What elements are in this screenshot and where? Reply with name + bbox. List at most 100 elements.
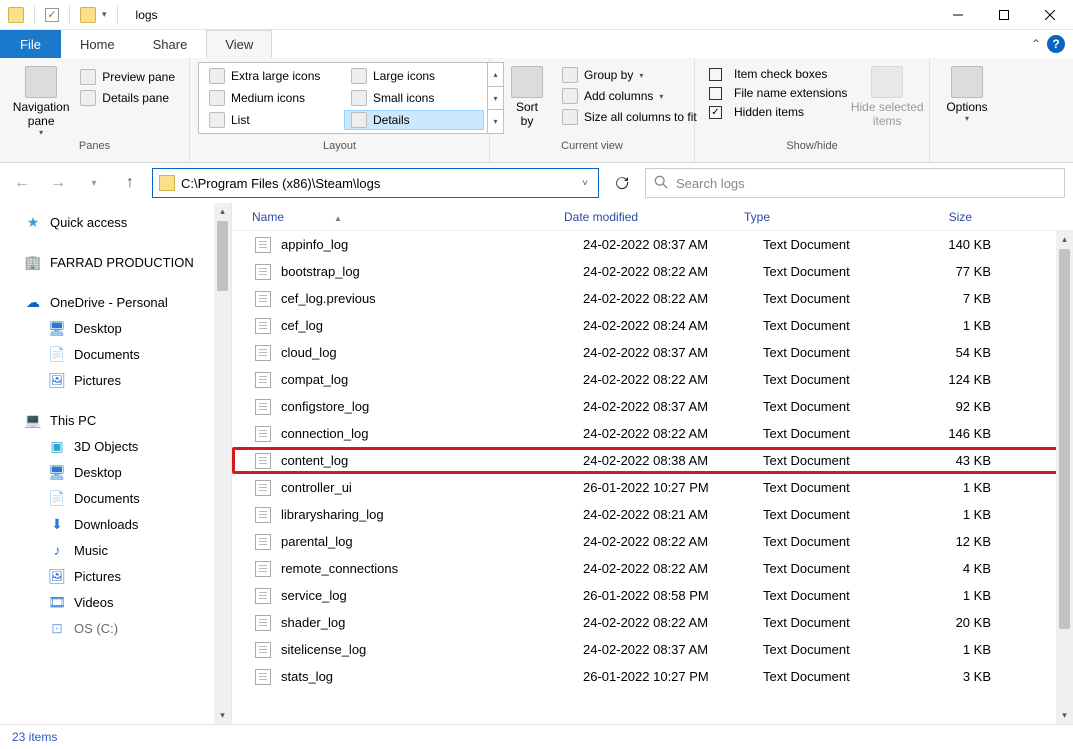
details-pane-label: Details pane: [102, 91, 169, 105]
tab-share[interactable]: Share: [134, 30, 207, 58]
file-name: parental_log: [281, 534, 583, 549]
address-path[interactable]: C:\Program Files (x86)\Steam\logs: [181, 176, 578, 191]
nav-od-pictures-label: Pictures: [74, 373, 121, 388]
layout-details[interactable]: Details: [344, 110, 484, 130]
item-check-boxes-toggle[interactable]: Item check boxes: [703, 66, 853, 82]
file-row[interactable]: bootstrap_log24-02-2022 08:22 AMText Doc…: [232, 258, 1073, 285]
options-icon: [951, 66, 983, 98]
col-size-header[interactable]: Size: [894, 210, 984, 224]
file-row[interactable]: service_log26-01-2022 08:58 PMText Docum…: [232, 582, 1073, 609]
hide-selected-icon: [871, 66, 903, 98]
file-type: Text Document: [763, 426, 913, 441]
file-date: 24-02-2022 08:38 AM: [583, 453, 763, 468]
col-type-header[interactable]: Type: [744, 210, 894, 224]
nav-os-c[interactable]: ⊡OS (C:): [0, 615, 214, 641]
nav-downloads[interactable]: ⬇Downloads: [0, 511, 214, 537]
nav-quick-access[interactable]: ★Quick access: [0, 209, 214, 235]
file-date: 24-02-2022 08:37 AM: [583, 399, 763, 414]
file-row[interactable]: parental_log24-02-2022 08:22 AMText Docu…: [232, 528, 1073, 555]
layout-medium[interactable]: Medium icons: [202, 88, 342, 108]
size-all-icon: [562, 109, 578, 125]
nav-music[interactable]: ♪Music: [0, 537, 214, 563]
tab-home[interactable]: Home: [61, 30, 134, 58]
nav-pictures[interactable]: 🖼Pictures: [0, 563, 214, 589]
nav-od-desktop[interactable]: 🖥Desktop: [0, 315, 214, 341]
file-row[interactable]: appinfo_log24-02-2022 08:37 AMText Docum…: [232, 231, 1073, 258]
size-all-columns-button[interactable]: Size all columns to fit: [556, 108, 703, 126]
ribbon: Navigation pane ▾ Preview pane Details p…: [0, 58, 1073, 163]
nav-3d-objects[interactable]: ▣3D Objects: [0, 433, 214, 459]
file-row[interactable]: compat_log24-02-2022 08:22 AMText Docume…: [232, 366, 1073, 393]
file-row[interactable]: controller_ui26-01-2022 10:27 PMText Doc…: [232, 474, 1073, 501]
nav-od-pictures[interactable]: 🖼Pictures: [0, 367, 214, 393]
layout-scroll[interactable]: ▴▾▾: [487, 63, 503, 133]
drive-icon: ⊡: [48, 619, 66, 637]
back-button[interactable]: ←: [8, 169, 36, 197]
qat-properties-icon[interactable]: ✓: [45, 8, 59, 22]
close-button[interactable]: [1027, 0, 1073, 30]
layout-list[interactable]: List: [202, 110, 342, 130]
col-date-header[interactable]: Date modified: [564, 210, 744, 224]
nav-this-pc[interactable]: 💻This PC: [0, 407, 214, 433]
nav-videos[interactable]: 🎞Videos: [0, 589, 214, 615]
qat-folder-icon[interactable]: [80, 7, 96, 23]
up-button[interactable]: ↑: [116, 169, 144, 197]
hide-selected-button[interactable]: Hide selected items: [853, 62, 921, 130]
nav-farrad[interactable]: 🏢FARRAD PRODUCTION: [0, 249, 214, 275]
options-button[interactable]: Options ▾: [938, 62, 996, 125]
file-row[interactable]: content_log24-02-2022 08:38 AMText Docum…: [232, 447, 1073, 474]
nav-onedrive[interactable]: ☁OneDrive - Personal: [0, 289, 214, 315]
file-row[interactable]: remote_connections24-02-2022 08:22 AMTex…: [232, 555, 1073, 582]
file-row[interactable]: shader_log24-02-2022 08:22 AMText Docume…: [232, 609, 1073, 636]
help-icon[interactable]: ?: [1047, 35, 1065, 53]
documents-icon: 📄: [48, 489, 66, 507]
sort-by-button[interactable]: Sort by: [498, 62, 556, 130]
nav-documents[interactable]: 📄Documents: [0, 485, 214, 511]
preview-pane-label: Preview pane: [102, 70, 175, 84]
file-date: 24-02-2022 08:37 AM: [583, 237, 763, 252]
hidden-items-label: Hidden items: [734, 105, 804, 119]
col-name-header[interactable]: Name▲: [232, 210, 564, 224]
layout-large[interactable]: Large icons: [344, 66, 484, 86]
text-document-icon: [255, 372, 271, 388]
forward-button[interactable]: →: [44, 169, 72, 197]
add-columns-button[interactable]: Add columns ▾: [556, 87, 703, 105]
status-item-count: 23 items: [12, 730, 57, 744]
file-row[interactable]: cef_log.previous24-02-2022 08:22 AMText …: [232, 285, 1073, 312]
layout-small[interactable]: Small icons: [344, 88, 484, 108]
file-name: cef_log: [281, 318, 583, 333]
file-row[interactable]: stats_log26-01-2022 10:27 PMText Documen…: [232, 663, 1073, 690]
file-row[interactable]: sitelicense_log24-02-2022 08:37 AMText D…: [232, 636, 1073, 663]
layout-extra-large[interactable]: Extra large icons: [202, 66, 342, 86]
tab-view[interactable]: View: [206, 30, 272, 58]
maximize-button[interactable]: [981, 0, 1027, 30]
search-box[interactable]: Search logs: [645, 168, 1065, 198]
refresh-button[interactable]: [607, 168, 637, 198]
details-pane-button[interactable]: Details pane: [74, 89, 181, 107]
address-bar[interactable]: C:\Program Files (x86)\Steam\logs ˅: [152, 168, 599, 198]
desktop-icon: 🖥: [48, 319, 66, 337]
group-by-button[interactable]: Group by ▾: [556, 66, 703, 84]
collapse-ribbon-icon[interactable]: ⌃: [1031, 37, 1041, 51]
nav-scrollbar[interactable]: ▴▾: [214, 203, 231, 724]
file-row[interactable]: cef_log24-02-2022 08:24 AMText Document1…: [232, 312, 1073, 339]
file-name-ext-toggle[interactable]: File name extensions: [703, 85, 853, 101]
nav-od-documents[interactable]: 📄Documents: [0, 341, 214, 367]
sort-by-label: Sort by: [516, 100, 538, 128]
file-date: 24-02-2022 08:22 AM: [583, 264, 763, 279]
preview-pane-button[interactable]: Preview pane: [74, 68, 181, 86]
nav-desktop[interactable]: 🖥Desktop: [0, 459, 214, 485]
star-icon: ★: [24, 213, 42, 231]
file-row[interactable]: configstore_log24-02-2022 08:37 AMText D…: [232, 393, 1073, 420]
file-scrollbar[interactable]: ▴▾: [1056, 231, 1073, 724]
tab-file[interactable]: File: [0, 30, 61, 58]
navigation-pane-button[interactable]: Navigation pane ▾: [8, 62, 74, 139]
minimize-button[interactable]: [935, 0, 981, 30]
file-row[interactable]: cloud_log24-02-2022 08:37 AMText Documen…: [232, 339, 1073, 366]
address-dropdown-icon[interactable]: ˅: [578, 178, 592, 189]
hidden-items-toggle[interactable]: ✓Hidden items: [703, 104, 853, 120]
file-row[interactable]: connection_log24-02-2022 08:22 AMText Do…: [232, 420, 1073, 447]
file-row[interactable]: librarysharing_log24-02-2022 08:21 AMTex…: [232, 501, 1073, 528]
qat-customize-icon[interactable]: ▾: [102, 9, 107, 20]
recent-locations-button[interactable]: ▾: [80, 169, 108, 197]
